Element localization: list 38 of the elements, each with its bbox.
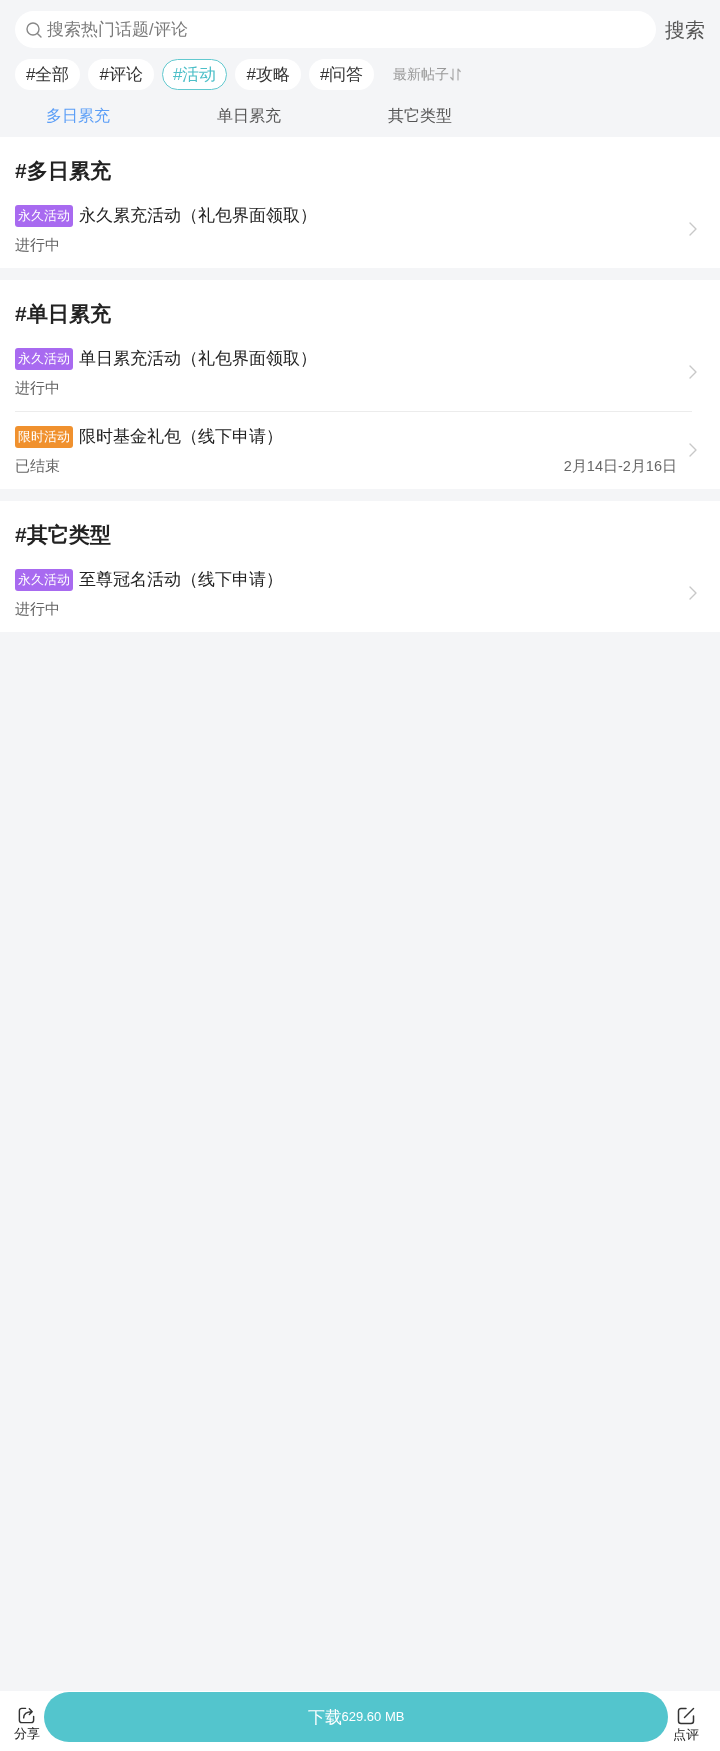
tag-label: 限时活动 [15,426,73,448]
section-title: #单日累充 [14,301,112,327]
filter-chip[interactable]: #问答 [308,59,375,90]
tab[interactable]: 其它类型 [360,95,480,137]
activity-title: 单日累充活动（礼包界面领取） [79,348,317,371]
activity-date: 2月14日-2月16日 [563,457,677,476]
tab[interactable]: 单日累充 [189,95,309,137]
share-button[interactable]: 分享 [9,1706,44,1742]
share-icon [17,1706,36,1725]
chevron-right-icon [689,443,697,457]
chevron-right-icon [689,586,697,600]
activity-item[interactable]: 永久活动 单日累充活动（礼包界面领取） 进行中 [0,334,720,411]
tag-label: 永久活动 [15,205,73,227]
activity-title: 永久累充活动（礼包界面领取） [79,205,317,228]
search-field[interactable]: 搜索热门话题/评论 [15,11,656,48]
review-button[interactable]: 点评 [668,1706,703,1743]
section-title: #其它类型 [14,522,112,548]
chevron-right-icon [689,365,697,379]
filter-chip[interactable]: #攻略 [235,59,301,90]
activity-status: 进行中 [15,236,60,255]
chevron-right-icon [689,222,697,236]
sort-icon [450,68,462,81]
filter-chip[interactable]: #全部 [15,59,81,90]
activity-item[interactable]: 永久活动 永久累充活动（礼包界面领取） 进行中 [0,191,720,268]
filter-chip[interactable]: #评论 [88,59,154,90]
activity-status: 进行中 [15,600,60,619]
search-button[interactable]: 搜索 [665,16,705,43]
activity-status: 已结束 [15,457,60,476]
activity-item[interactable]: 永久活动 至尊冠名活动（线下申请） 进行中 [0,555,720,632]
activity-title: 限时基金礼包（线下申请） [79,426,283,449]
activity-item[interactable]: 限时活动 限时基金礼包（线下申请） 已结束 2月14日-2月16日 [0,412,720,489]
section-title: #多日累充 [14,158,112,184]
search-icon [26,21,42,38]
tag-label: 永久活动 [15,569,73,591]
activity-title: 至尊冠名活动（线下申请） [79,569,283,592]
activity-status: 进行中 [15,379,60,398]
edit-icon [675,1706,696,1726]
tag-label: 永久活动 [15,348,73,370]
